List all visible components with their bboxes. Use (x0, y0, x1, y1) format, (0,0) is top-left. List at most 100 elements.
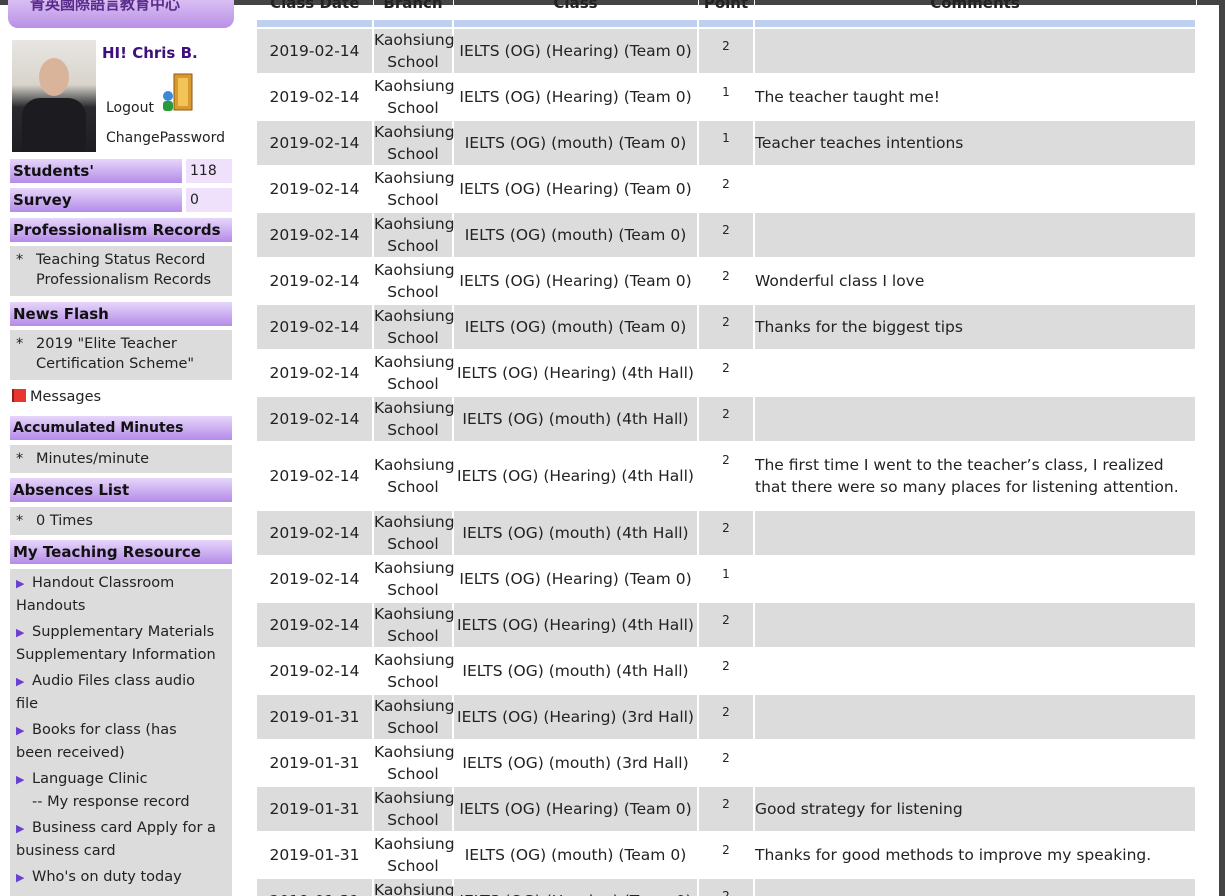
resource-item-on-duty[interactable]: ▶ Who's on duty today (16, 866, 228, 889)
sidebar: 青英國際語言教育中心 HI! Chris B. Logout ChangePas… (8, 0, 234, 896)
cell-comment (754, 396, 1197, 443)
cell-branch: KaohsiungSchool (373, 120, 455, 167)
accumulated-minutes-header: Accumulated Minutes (10, 416, 232, 440)
cell-date: 2019-02-14 (257, 304, 374, 351)
cell-date: 2019-02-14 (257, 442, 374, 511)
teaching-status-link[interactable]: Teaching Status Record (36, 252, 205, 268)
cell-class: IELTS (OG) (Hearing) (Team 0) (453, 166, 699, 213)
survey-link[interactable]: Survey (10, 188, 182, 212)
cell-point: 1 (698, 120, 755, 167)
news-flash-box: * 2019 "Elite Teacher Certification Schem… (10, 330, 232, 380)
cell-class: IELTS (OG) (Hearing) (Team 0) (453, 74, 699, 121)
cell-date: 2019-01-31 (257, 694, 374, 741)
teaching-resource-box: ▶ Handout Classroom Handouts ▶ Supplementar… (10, 569, 232, 896)
site-logo[interactable]: 青英國際語言教育中心 (8, 0, 234, 28)
minutes-link[interactable]: Minutes/minute (36, 451, 149, 467)
cell-date: 2019-02-14 (257, 258, 374, 305)
news-item-link[interactable]: 2019 "Elite Teacher (36, 336, 177, 352)
absences-box: * 0 Times (10, 507, 232, 535)
scrollbar[interactable] (1219, 5, 1225, 896)
cell-class: IELTS (OG) (Hearing) (4th Hall) (453, 602, 699, 649)
column-header-date: Class Date (257, 0, 374, 20)
arrow-icon: ▶ (16, 724, 25, 737)
cell-comment (754, 694, 1197, 741)
cell-class: IELTS (OG) (mouth) (Team 0) (453, 120, 699, 167)
arrow-icon: ▶ (16, 626, 25, 639)
column-header-class: Class (453, 0, 699, 20)
cell-branch: KaohsiungSchool (373, 556, 455, 603)
cell-class: IELTS (OG) (mouth) (4th Hall) (453, 396, 699, 443)
table-row: 2019-02-14 Kaohsiung School IELTS (OG) (mou… (257, 510, 1197, 557)
cell-branch: KaohsiungSchool (373, 648, 455, 695)
logout-icon[interactable] (160, 72, 196, 116)
table-row: 2019-02-14 Kaohsiung School IELTS (OG) (Hea… (257, 28, 1197, 75)
arrow-icon: ▶ (16, 822, 25, 835)
change-password-link[interactable]: ChangePassword (106, 130, 225, 146)
cell-point: 2 (698, 786, 755, 833)
comments-table: Class Date Branch Class Point Comments 2… (257, 0, 1197, 896)
professionalism-header: Professionalism Records (10, 218, 232, 242)
cell-comment: Good strategy for listening (754, 786, 1197, 833)
resource-item-business-card[interactable]: ▶ Business card Apply for a business card (16, 817, 228, 862)
cell-comment (754, 602, 1197, 649)
cell-point: 2 (698, 166, 755, 213)
table-body: 2019-02-14 Kaohsiung School IELTS (OG) (Hea… (257, 28, 1197, 896)
cell-branch: KaohsiungSchool (373, 878, 455, 896)
absences-link[interactable]: 0 Times (36, 513, 93, 529)
table-row: 2019-02-14 Kaohsiung School IELTS (OG) (mou… (257, 120, 1197, 167)
table-row: 2019-02-14 Kaohsiung School IELTS (OG) (mou… (257, 304, 1197, 351)
resource-item-handout[interactable]: ▶ Handout Classroom Handouts (16, 572, 228, 617)
survey-count: 0 (186, 188, 232, 212)
cell-point: 1 (698, 74, 755, 121)
cell-date: 2019-02-14 (257, 74, 374, 121)
cell-class: IELTS (OG) (Hearing) (4th Hall) (453, 350, 699, 397)
cell-branch: KaohsiungSchool (373, 694, 455, 741)
greeting: HI! Chris B. (102, 44, 198, 62)
messages-link[interactable]: Messages (12, 389, 101, 405)
table-row: 2019-02-14 Kaohsiung School IELTS (OG) (mou… (257, 212, 1197, 259)
cell-date: 2019-02-14 (257, 396, 374, 443)
table-row: 2019-02-14 Kaohsiung School IELTS (OG) (Hea… (257, 442, 1197, 511)
resource-item-audio[interactable]: ▶ Audio Files class audio file (16, 670, 228, 715)
cell-branch: KaohsiungSchool (373, 74, 455, 121)
messages-label[interactable]: Messages (30, 389, 101, 405)
table-row: 2019-01-31KaohsiungSchoolIELTS (OG) (Hea… (257, 694, 1197, 741)
cell-date: 2019-01-31 (257, 832, 374, 879)
cell-comment (754, 556, 1197, 603)
cell-date: 2019-02-14 (257, 648, 374, 695)
cell-class: IELTS (OG) (mouth) (Team 0) (453, 304, 699, 351)
avatar (12, 40, 96, 152)
table-row: 2019-02-14 Kaohsiung School IELTS (OG) (Hea… (257, 556, 1197, 603)
cell-point: 2 (698, 602, 755, 649)
cell-point: 2 (698, 258, 755, 305)
cell-class: IELTS (OG) (Hearing) (Team 0) (453, 28, 699, 75)
cell-class: IELTS (OG) (mouth) (Team 0) (453, 832, 699, 879)
table-row: 2019-02-14 Kaohsiung School IELTS (OG) (mou… (257, 396, 1197, 443)
minutes-box: * Minutes/minute (10, 445, 232, 473)
cell-date: 2019-02-14 (257, 212, 374, 259)
students-comments-link[interactable]: Students' comments (10, 159, 182, 204)
cell-comment (754, 648, 1197, 695)
resource-item-language-clinic[interactable]: ▶ Language Clinic -- My response record (16, 768, 228, 813)
professionalism-records-link[interactable]: Professionalism Records (16, 269, 228, 291)
profile-panel: HI! Chris B. Logout ChangePassword (12, 40, 234, 155)
cell-comment: The teacher taught me! (754, 74, 1197, 121)
cell-comment (754, 740, 1197, 787)
logout-link[interactable]: Logout (106, 100, 154, 116)
comments-table-container: Class Date Branch Class Point Comments 2… (257, 0, 1197, 896)
cell-comment: The first time I went to the teacher’s c… (754, 442, 1197, 511)
cell-comment (754, 28, 1197, 75)
cell-point: 2 (698, 648, 755, 695)
resource-item-supplementary[interactable]: ▶ Supplementary Materials Supplementary In… (16, 621, 228, 666)
cell-point: 2 (698, 740, 755, 787)
news-item-line2[interactable]: Certification Scheme" (16, 353, 228, 375)
resource-item-books[interactable]: ▶ Books for class (has been received) (16, 719, 228, 764)
flag-icon (12, 389, 26, 402)
cell-date: 2019-02-14 (257, 602, 374, 649)
cell-branch: KaohsiungSchool (373, 740, 455, 787)
cell-class: IELTS (OG) (Hearing) (4th Hall) (453, 442, 699, 511)
cell-point: 2 (698, 212, 755, 259)
cell-point: 2 (698, 510, 755, 557)
cell-point: 2 (698, 694, 755, 741)
arrow-icon: ▶ (16, 871, 25, 884)
